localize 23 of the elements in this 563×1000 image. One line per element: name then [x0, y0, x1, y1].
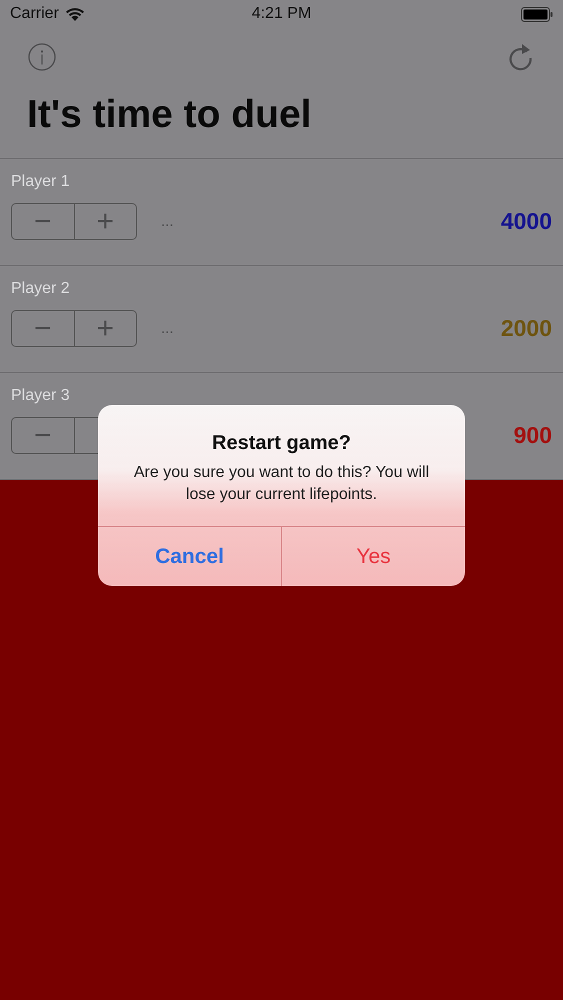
minus-button[interactable]: −	[12, 204, 74, 239]
cancel-button[interactable]: Cancel	[98, 527, 281, 586]
page-title: It's time to duel	[26, 92, 312, 138]
plus-button[interactable]: +	[74, 311, 136, 346]
life-points: 2000	[500, 315, 552, 342]
plus-button[interactable]: +	[74, 204, 136, 239]
info-icon[interactable]	[28, 43, 56, 71]
more-label: ...	[161, 320, 174, 337]
yes-button[interactable]: Yes	[281, 527, 465, 586]
wifi-icon	[64, 6, 85, 22]
life-points: 900	[514, 422, 552, 449]
clock-time: 4:21 PM	[252, 5, 312, 22]
player-name: Player 2	[11, 280, 70, 298]
alert-title: Restart game?	[211, 432, 352, 455]
more-label: ...	[161, 213, 174, 230]
minus-button[interactable]: −	[12, 311, 74, 346]
player-name: Player 1	[11, 173, 70, 191]
life-points: 4000	[500, 208, 552, 235]
player-name: Player 3	[11, 387, 70, 405]
carrier-label: Carrier	[10, 5, 59, 23]
battery-icon	[521, 6, 553, 22]
alert-message: Are you sure you want to do this? You will lose your current lifepoints.	[132, 463, 430, 505]
minus-button[interactable]: −	[12, 418, 74, 453]
